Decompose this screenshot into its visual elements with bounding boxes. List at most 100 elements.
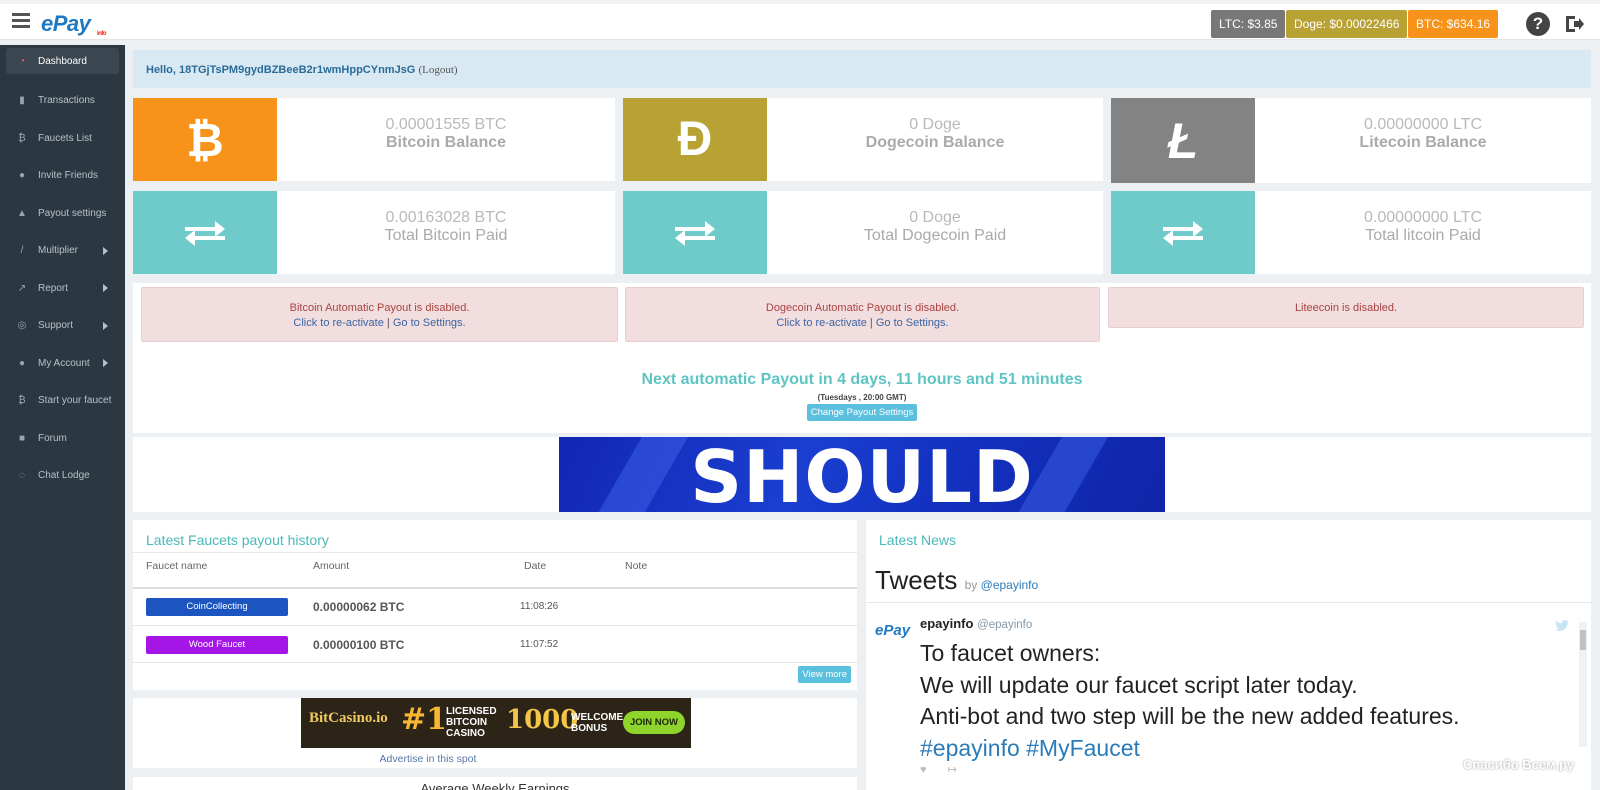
bitcoin-payout-alert: Bitcoin Automatic Payout is disabled. Cl… [141,287,618,342]
sidebar: ◔ Dashboard ▮ Transactions ₿ Faucets Lis… [0,45,125,790]
top-bar: ePay info LTC: $3.85 Doge: $0.00022466 B… [0,0,1600,40]
ad-rank: #1 [401,702,448,737]
app-logo-text: ePay [41,11,91,36]
sidebar-item-dashboard[interactable]: ◔ Dashboard [6,48,119,74]
help-icon[interactable]: ? [1526,12,1550,36]
sidebar-item-label: My Account [38,357,90,369]
tweet-author[interactable]: epayinfo @epayinfo [920,616,1032,631]
banner-text: SHOULD [690,437,1034,512]
dogecoin-balance-value: 0 Doge [909,116,961,133]
tweet-scrollbar[interactable] [1579,622,1587,747]
payout-amount: 0.00000062 BTC [313,600,405,614]
logout-link[interactable]: (Logout) [418,64,457,76]
sidebar-item-my-account[interactable]: ● My Account [0,345,125,383]
doge-price-badge[interactable]: Doge: $0.00022466 [1286,10,1408,38]
greeting-bar: Hello, 18TGjTsPM9gydBZBeeB2r1wmHppCYnmJs… [133,50,1591,88]
sidebar-item-forum[interactable]: ■ Forum [0,420,125,458]
sidebar-item-label: Faucets List [38,132,92,144]
litecoin-paid-card: 0.00000000 LTC Total litcoin Paid [1111,191,1591,274]
payout-schedule: (Tuesdays , 20:00 GMT) [817,393,907,402]
faucet-name-badge[interactable]: CoinCollecting [146,598,288,616]
logout-icon[interactable] [1563,13,1585,35]
latest-news-panel: Latest News Tweets by @epayinfo ePay epa… [866,520,1591,790]
advertise-link[interactable]: Advertise in this spot [0,753,856,765]
ad-join-button[interactable]: JOIN NOW [623,711,686,734]
weekly-earnings-title: Average Weekly Earnings [420,781,570,790]
alert-separator: | [386,317,390,329]
menu-toggle-icon[interactable] [12,13,30,29]
litecoin-balance-label: Litecoin Balance [1359,134,1487,151]
sidebar-item-label: Invite Friends [38,170,99,182]
tweet-author-name: epayinfo [920,616,974,631]
sidebar-item-start-your-faucet[interactable]: ₿ Start your faucet [0,382,125,420]
alert-title: Dogecoin Automatic Payout is disabled. [765,302,960,314]
reactivate-link[interactable]: Click to re-activate [293,317,383,329]
ad-banner[interactable]: SHOULD [559,437,1165,512]
sidebar-item-label: Transactions [38,95,95,107]
sidebar-item-faucets-list[interactable]: ₿ Faucets List [0,120,125,158]
sidebar-item-label: Dashboard [38,55,87,67]
magic-wand-icon: / [20,245,24,257]
exchange-icon [623,191,767,274]
faucet-name-badge[interactable]: Wood Faucet [146,636,288,654]
settings-link[interactable]: Go to Settings. [393,317,466,329]
sidebar-item-multiplier[interactable]: / Multiplier [0,232,125,270]
bitcoin-icon: ₿ [18,132,26,144]
bitcoin-icon: ₿ [18,395,26,407]
tweet-line: To faucet owners: [920,640,1101,666]
ltc-price-badge[interactable]: LTC: $3.85 [1211,10,1286,38]
litecoin-paid-value: 0.00000000 LTC [1363,209,1482,226]
reactivate-link[interactable]: Click to re-activate [776,317,866,329]
banner-container: SHOULD [133,437,1591,512]
sidebar-item-chat-lodge[interactable]: ◌ Chat Lodge [0,457,125,495]
view-more-button[interactable]: View more [798,666,851,683]
share-icon[interactable]: ↦ [948,764,957,776]
ad-licensed: LICENSED BITCOIN CASINO [446,706,497,739]
litecoin-balance-card: Ł 0.00000000 LTC Litecoin Balance [1111,98,1591,183]
change-payout-settings-button[interactable]: Change Payout Settings [806,404,918,421]
sidebar-item-invite-friends[interactable]: ● Invite Friends [0,157,125,195]
alert-title: Liteecoin is disabled. [1294,302,1398,314]
chevron-right-icon [103,321,108,330]
sidebar-item-payout-settings[interactable]: ▲ Payout settings [0,195,125,233]
bitcoin-paid-value: 0.00163028 BTC [385,209,507,226]
sidebar-item-label: Start your faucet [38,395,112,407]
chevron-right-icon [103,284,108,293]
payout-history-title: Latest Faucets payout history [146,532,329,548]
bar-chart-icon: ▮ [19,95,25,107]
settings-link[interactable]: Go to Settings. [876,317,949,329]
tweet-avatar[interactable]: ePay [875,622,910,639]
litecoin-paid-label: Total litcoin Paid [1365,227,1481,244]
heart-icon[interactable]: ♥ [920,764,927,776]
payout-date: 11:08:26 [520,601,559,612]
line-chart-icon: ↗ [17,282,27,294]
greeting-text: Hello, 18TGjTsPM9gydBZBeeB2r1wmHppCYnmJs… [146,64,416,76]
payout-date: 11:07:52 [520,639,559,650]
alert-title: Bitcoin Automatic Payout is disabled. [289,302,470,314]
dogecoin-paid-card: 0 Doge Total Dogecoin Paid [623,191,1103,274]
sidebar-item-label: Multiplier [38,245,79,257]
ad-brand: BitCasino.io [309,710,388,726]
dogecoin-balance-label: Dogecoin Balance [865,134,1005,151]
watermark: Спасибо Всем.ру [1463,757,1575,772]
litecoin-icon: Ł [1111,98,1255,183]
latest-news-title: Latest News [879,532,957,548]
column-header-note: Note [625,560,648,572]
sidebar-item-label: Support [38,320,74,332]
dogecoin-icon: Ð [623,98,767,181]
payout-amount: 0.00000100 BTC [313,638,405,652]
dogecoin-balance-card: Ð 0 Doge Dogecoin Balance [623,98,1103,181]
tweet-body: To faucet owners: We will update our fau… [920,638,1591,764]
sidebar-item-support[interactable]: ◎ Support [0,307,125,345]
tweet-line: We will update our faucet script later t… [920,671,1358,698]
tweets-handle-link[interactable]: @epayinfo [981,578,1039,592]
app-logo[interactable]: ePay info [41,11,107,37]
sidebar-item-label: Payout settings [38,207,107,219]
app-logo-tag: info [97,31,107,37]
sidebar-item-report[interactable]: ↗ Report [0,270,125,308]
tweets-header: Tweets by @epayinfo [875,565,1038,596]
bitcasino-ad[interactable]: BitCasino.io #1 LICENSED BITCOIN CASINO … [301,698,691,748]
btc-price-badge[interactable]: BTC: $634.16 [1408,10,1499,38]
sidebar-item-transactions[interactable]: ▮ Transactions [0,82,125,120]
users-icon: ● [18,170,26,182]
